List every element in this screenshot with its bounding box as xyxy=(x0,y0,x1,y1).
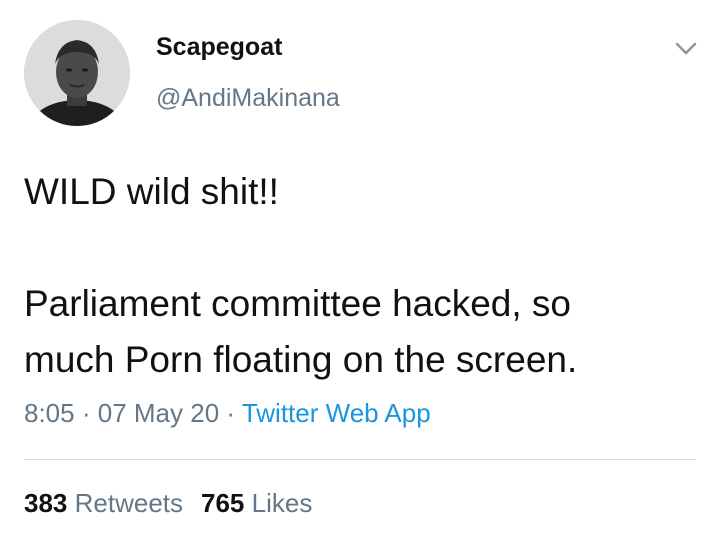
tweet-date[interactable]: 07 May 20 xyxy=(98,398,219,428)
likes-count: 765 xyxy=(201,488,245,518)
meta-separator: · xyxy=(81,398,91,428)
divider xyxy=(24,459,696,460)
avatar-photo xyxy=(24,20,130,126)
tweet-line: Parliament committee hacked, so xyxy=(24,283,572,324)
tweet-line: WILD wild shit!! xyxy=(24,171,279,212)
avatar[interactable] xyxy=(24,20,130,126)
likes-label: Likes xyxy=(251,488,313,518)
retweets-stat[interactable]: 383 Retweets xyxy=(24,488,183,518)
meta-separator: · xyxy=(226,398,236,428)
tweet-text: WILD wild shit!! Parliament committee ha… xyxy=(24,164,704,388)
tweet-stats: 383 Retweets 765 Likes xyxy=(24,488,312,519)
tweet-source-link[interactable]: Twitter Web App xyxy=(242,398,431,428)
user-handle[interactable]: @AndiMakinana xyxy=(156,84,340,113)
tweet-meta: 8:05 · 07 May 20 · Twitter Web App xyxy=(24,398,431,429)
retweets-label: Retweets xyxy=(74,488,184,518)
likes-stat[interactable]: 765 Likes xyxy=(201,488,312,518)
tweet-line: much Porn floating on the screen. xyxy=(24,339,578,380)
display-name[interactable]: Scapegoat xyxy=(156,33,282,62)
chevron-down-icon[interactable] xyxy=(672,36,700,60)
tweet-time[interactable]: 8:05 xyxy=(24,398,75,428)
tweet-line-gap xyxy=(24,220,704,276)
retweets-count: 383 xyxy=(24,488,68,518)
